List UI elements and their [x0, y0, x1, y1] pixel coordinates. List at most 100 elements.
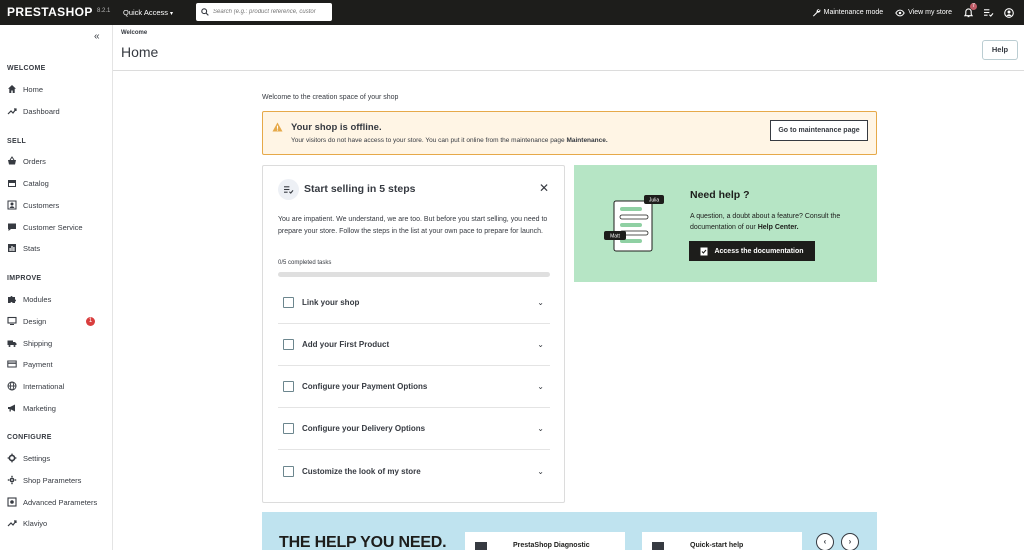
access-documentation-button[interactable]: Access the documentation	[689, 241, 815, 261]
chat-bubble-julia: Julia	[649, 198, 660, 204]
design-badge: 1	[86, 316, 95, 326]
step-label: Link your shop	[302, 298, 360, 307]
sidebar-item-klaviyo[interactable]: Klaviyo	[7, 515, 107, 531]
sidebar-item-customer-service[interactable]: Customer Service	[7, 219, 107, 235]
gear-icon	[7, 453, 17, 463]
breadcrumb[interactable]: Welcome	[121, 30, 147, 36]
carousel-prev-button[interactable]: ‹	[816, 533, 834, 550]
close-icon[interactable]: ✕	[539, 181, 549, 195]
sidebar-item-label: Dashboard	[23, 106, 60, 116]
step-payment-options[interactable]: Configure your Payment Options ⌄	[278, 366, 550, 408]
search-icon	[201, 8, 209, 16]
eye-icon	[895, 9, 905, 16]
quick-access-button[interactable]: Quick Access ▾	[123, 8, 173, 17]
step-checkbox[interactable]	[283, 297, 294, 308]
prestashop-logo[interactable]: PRESTASHOP	[7, 5, 93, 19]
version-label: 8.2.1	[97, 8, 111, 14]
sidebar-item-label: Stats	[23, 243, 41, 253]
home-icon	[8, 85, 16, 93]
collapse-sidebar-icon[interactable]: «	[94, 31, 100, 42]
trending-icon	[7, 520, 17, 527]
sidebar-item-modules[interactable]: Modules	[7, 291, 107, 307]
section-configure: CONFIGURE	[7, 434, 52, 441]
sidebar-item-label: Modules	[23, 294, 52, 304]
chevron-down-icon[interactable]: ⌄	[537, 298, 544, 307]
help-button[interactable]: Help	[982, 40, 1018, 60]
chevron-down-icon[interactable]: ⌄	[537, 467, 544, 476]
store-icon	[8, 180, 16, 187]
step-customize-look[interactable]: Customize the look of my store ⌄	[278, 450, 550, 492]
step-link-shop[interactable]: Link your shop ⌄	[278, 282, 550, 324]
page-title: Home	[121, 44, 159, 60]
sidebar-item-label: Shop Parameters	[23, 475, 82, 485]
sidebar-item-advanced-parameters[interactable]: Advanced Parameters	[7, 494, 107, 510]
step-checkbox[interactable]	[283, 423, 294, 434]
section-welcome: WELCOME	[7, 65, 46, 72]
search-box[interactable]	[196, 3, 332, 21]
maintenance-mode-link[interactable]: Maintenance mode	[812, 8, 883, 17]
advanced-icon	[7, 497, 17, 507]
step-label: Configure your Delivery Options	[302, 424, 426, 433]
basket-icon	[8, 156, 16, 165]
help-illustration: Julia Matt	[604, 195, 664, 252]
search-input[interactable]	[213, 9, 331, 15]
progress-bar	[278, 272, 550, 277]
sidebar-item-marketing[interactable]: Marketing	[7, 400, 107, 416]
desktop-icon	[7, 316, 17, 325]
sidebar-item-shipping[interactable]: Shipping	[7, 335, 107, 351]
sidebar-item-label: Home	[23, 84, 44, 94]
truck-icon	[7, 340, 17, 347]
view-store-link[interactable]: View my store	[895, 9, 952, 17]
step-delivery-options[interactable]: Configure your Delivery Options ⌄	[278, 408, 550, 450]
sidebar-item-shop-parameters[interactable]: Shop Parameters	[7, 472, 107, 488]
maintenance-link[interactable]: Maintenance.	[566, 137, 607, 144]
onboarding-list-button[interactable]	[983, 8, 994, 17]
chevron-down-icon[interactable]: ⌄	[537, 340, 544, 349]
access-documentation-label: Access the documentation	[714, 247, 804, 255]
sidebar-item-label: Settings	[23, 453, 51, 463]
help-center-link[interactable]: Help Center.	[758, 224, 799, 231]
sidebar-item-customers[interactable]: Customers	[7, 197, 107, 213]
chevron-down-icon[interactable]: ⌄	[537, 382, 544, 391]
sidebar-item-international[interactable]: International	[7, 378, 107, 394]
notifications-button[interactable]: 7	[964, 2, 977, 18]
step-label: Add your First Product	[302, 340, 390, 349]
section-improve: IMPROVE	[7, 275, 42, 282]
banner-card-quickstart[interactable]: Quick-start help	[642, 532, 802, 550]
checklist-icon	[278, 179, 299, 200]
sidebar-item-dashboard[interactable]: Dashboard	[7, 103, 107, 119]
credit-card-icon	[7, 360, 17, 368]
step-checkbox[interactable]	[283, 465, 294, 477]
checklist-icon	[984, 9, 994, 17]
account-button[interactable]	[1004, 7, 1014, 18]
sidebar-item-stats[interactable]: Stats	[7, 240, 107, 256]
chat-bubble-matt: Matt	[610, 234, 620, 240]
megaphone-icon	[8, 404, 15, 412]
step-checkbox[interactable]	[283, 381, 294, 392]
sidebar-item-label: Customers	[23, 200, 60, 210]
sidebar-item-label: Klaviyo	[23, 518, 48, 528]
step-add-product[interactable]: Add your First Product ⌄	[278, 324, 550, 366]
sidebar-item-label: Orders	[23, 156, 46, 166]
sidebar-item-label: Shipping	[23, 338, 53, 348]
bar-chart-icon	[8, 244, 16, 252]
onboarding-description: You are impatient. We understand, we are…	[278, 216, 548, 235]
step-checkbox[interactable]	[283, 339, 294, 350]
sidebar-item-orders[interactable]: Orders	[7, 153, 107, 169]
banner-card-diagnostic[interactable]: PrestaShop Diagnostic	[465, 532, 625, 550]
sidebar-item-label: Marketing	[23, 403, 56, 413]
warning-icon	[272, 122, 283, 132]
step-label: Customize the look of my store	[302, 466, 421, 476]
sidebar-item-payment[interactable]: Payment	[7, 356, 107, 372]
sidebar-item-label: International	[23, 381, 65, 391]
sidebar-item-settings[interactable]: Settings	[7, 450, 107, 466]
go-to-maintenance-button[interactable]: Go to maintenance page	[770, 120, 868, 141]
carousel-next-button[interactable]: ›	[841, 533, 859, 550]
sidebar-item-home[interactable]: Home	[7, 81, 107, 97]
sidebar-item-catalog[interactable]: Catalog	[7, 175, 107, 191]
document-icon	[652, 542, 664, 550]
sidebar-item-design[interactable]: Design 1	[7, 313, 107, 329]
banner-card-label: PrestaShop Diagnostic	[513, 542, 590, 549]
account-icon	[1004, 7, 1014, 18]
chevron-down-icon[interactable]: ⌄	[537, 424, 544, 433]
